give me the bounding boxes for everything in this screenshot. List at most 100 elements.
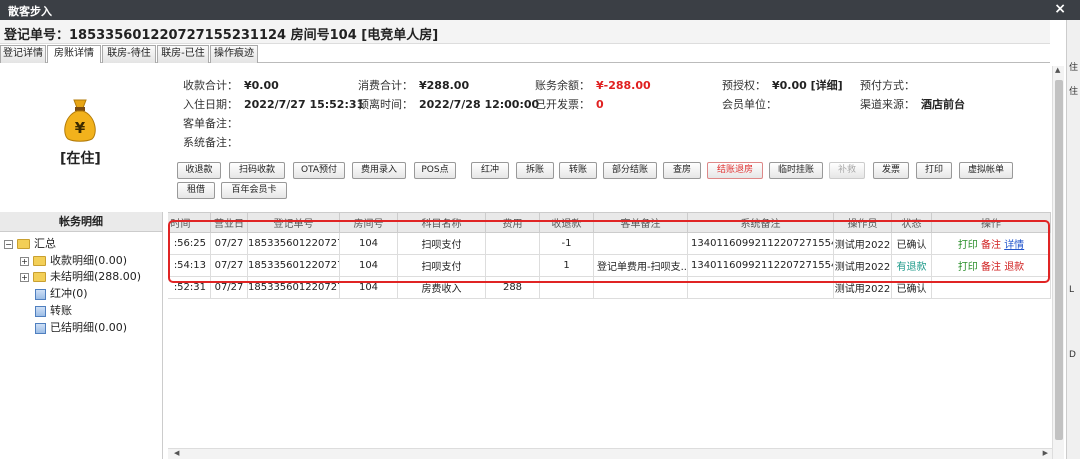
close-icon[interactable]: × bbox=[1054, 1, 1066, 17]
cell-fee bbox=[485, 254, 540, 277]
member-card-button[interactable]: 百年会员卡 bbox=[221, 182, 287, 199]
info-preauth[interactable]: 预授权： ¥0.00 [详细] bbox=[722, 77, 843, 93]
vertical-scrollbar[interactable]: ▲ bbox=[1052, 66, 1064, 459]
tree-item-transfer[interactable]: 转账 bbox=[35, 302, 72, 318]
col-fee[interactable]: 费用 bbox=[485, 212, 540, 233]
horizontal-scrollbar[interactable]: ◀ ▶ bbox=[168, 448, 1052, 459]
reverse-button[interactable]: 红冲 bbox=[471, 162, 509, 179]
cell-sys bbox=[687, 276, 834, 299]
note-link[interactable]: 备注 bbox=[981, 262, 1001, 273]
cell-time: :54:13 bbox=[168, 254, 211, 277]
tab-operation-log[interactable]: 操作痕迹 bbox=[210, 45, 258, 63]
info-channel: 渠道来源： 酒店前台 bbox=[860, 98, 965, 111]
cell-time: :52:31 bbox=[168, 276, 211, 299]
expand-icon[interactable]: + bbox=[20, 256, 29, 266]
print-button[interactable]: 打印 bbox=[916, 162, 952, 179]
col-actions[interactable]: 操作 bbox=[931, 212, 1051, 233]
cell-room: 104 bbox=[339, 232, 398, 255]
ota-prepay-button[interactable]: OTA预付 bbox=[293, 162, 345, 179]
info-member-unit: 会员单位： bbox=[722, 98, 777, 111]
temp-hang-button[interactable]: 临时挂账 bbox=[769, 162, 823, 179]
cell-day: 07/27 bbox=[210, 254, 248, 277]
checkout-button[interactable]: 结账退房 bbox=[707, 162, 763, 179]
collapse-icon[interactable]: − bbox=[4, 239, 13, 249]
room-check-button[interactable]: 查房 bbox=[663, 162, 701, 179]
col-refund[interactable]: 收退款 bbox=[539, 212, 594, 233]
cell-actions: 打印 备注 详情 bbox=[931, 232, 1051, 255]
cell-operator: 测试用2022 bbox=[833, 254, 892, 277]
cell-fee bbox=[485, 232, 540, 255]
grid-header-row: 时间 营业日 登记单号 房间号 科目名称 费用 收退款 客单备注 系统备注 操作… bbox=[168, 212, 1051, 233]
col-registration-no[interactable]: 登记单号 bbox=[247, 212, 340, 233]
folder-icon bbox=[17, 239, 30, 249]
rental-button[interactable]: 租借 bbox=[177, 182, 215, 199]
info-prepay-method: 预付方式： bbox=[860, 79, 915, 92]
cell-reg: 185335601220727... bbox=[247, 232, 340, 255]
cell-note bbox=[593, 232, 688, 255]
tree-item-summary[interactable]: − 汇总 bbox=[4, 235, 56, 251]
cell-reg: 185335601220727... bbox=[247, 254, 340, 277]
cell-actions: 打印 备注 退款 bbox=[931, 254, 1051, 277]
col-operator[interactable]: 操作员 bbox=[833, 212, 892, 233]
split-account-button[interactable]: 拆账 bbox=[516, 162, 554, 179]
tab-bar: 登记详情 房账详情 联房-待住 联房-已住 操作痕迹 bbox=[0, 45, 1050, 63]
grid-icon bbox=[35, 305, 46, 317]
refund-button[interactable]: 收退款 bbox=[177, 162, 221, 179]
cell-sys: 134011609921122072715541​0... bbox=[687, 254, 834, 277]
invoice-button[interactable]: 发票 bbox=[873, 162, 909, 179]
detail-link[interactable]: 详情 bbox=[1004, 240, 1024, 251]
tree-label: 汇总 bbox=[34, 237, 56, 250]
strip-text: 住 bbox=[1069, 63, 1079, 73]
cell-reg: 185335601220727... bbox=[247, 276, 340, 299]
registration-title: 登记单号：18533560122072715523112​4 房间号104 [电… bbox=[4, 28, 439, 43]
cell-note bbox=[593, 276, 688, 299]
tree-label: 未结明细(288.00) bbox=[50, 270, 142, 283]
partial-checkout-button[interactable]: 部分结账 bbox=[603, 162, 657, 179]
svg-text:¥: ¥ bbox=[75, 119, 86, 137]
col-status[interactable]: 状态 bbox=[891, 212, 932, 233]
transfer-button[interactable]: 转账 bbox=[559, 162, 597, 179]
tree-label: 已结明细(0.00) bbox=[50, 321, 128, 334]
col-room-no[interactable]: 房间号 bbox=[339, 212, 398, 233]
info-invoices: 已开发票： 0 bbox=[535, 98, 604, 111]
scroll-right-icon[interactable]: ▶ bbox=[1043, 449, 1048, 457]
cell-refund: 1 bbox=[539, 254, 594, 277]
cell-refund: -1 bbox=[539, 232, 594, 255]
table-row[interactable]: :56:25 07/27 185335601220727... 104 扫呗支付… bbox=[168, 232, 1051, 255]
tree-item-unsettled[interactable]: + 未结明细(288.00) bbox=[20, 268, 141, 284]
fee-entry-button[interactable]: 费用录入 bbox=[352, 162, 406, 179]
table-row[interactable]: :54:13 07/27 185335601220727... 104 扫呗支付… bbox=[168, 254, 1051, 277]
tab-linked-checked-in[interactable]: 联房-已住 bbox=[157, 45, 209, 63]
scroll-left-icon[interactable]: ◀ bbox=[174, 449, 179, 457]
cell-room: 104 bbox=[339, 276, 398, 299]
moneybag-icon: ¥ bbox=[60, 96, 100, 142]
tree-item-reversal[interactable]: 红冲(0) bbox=[35, 285, 88, 301]
col-time[interactable]: 时间 bbox=[168, 212, 211, 233]
tab-registration-detail[interactable]: 登记详情 bbox=[0, 45, 46, 63]
info-checkin-date: 入住日期： 2022/7/27 15:52:31 bbox=[183, 98, 365, 111]
col-guest-note[interactable]: 客单备注 bbox=[593, 212, 688, 233]
tab-room-account[interactable]: 房账详情 bbox=[47, 45, 101, 63]
tree-item-settled[interactable]: 已结明细(0.00) bbox=[35, 319, 127, 335]
col-business-day[interactable]: 营业日 bbox=[210, 212, 248, 233]
refund-link[interactable]: 退款 bbox=[1004, 262, 1024, 273]
tab-linked-pending[interactable]: 联房-待住 bbox=[102, 45, 156, 63]
note-link[interactable]: 备注 bbox=[981, 240, 1001, 251]
scan-pay-button[interactable]: 扫码收款 bbox=[229, 162, 285, 179]
print-link[interactable]: 打印 bbox=[958, 262, 978, 273]
pos-button[interactable]: POS点 bbox=[414, 162, 456, 179]
scroll-up-icon[interactable]: ▲ bbox=[1055, 66, 1060, 74]
tree-item-receipts[interactable]: + 收款明细(0.00) bbox=[20, 252, 127, 268]
col-system-note[interactable]: 系统备注 bbox=[687, 212, 834, 233]
print-link[interactable]: 打印 bbox=[958, 240, 978, 251]
strip-text: D bbox=[1069, 350, 1076, 360]
cell-actions bbox=[931, 276, 1051, 299]
remedy-button[interactable]: 补救 bbox=[829, 162, 865, 179]
virtual-bill-button[interactable]: 虚拟帐单 bbox=[959, 162, 1013, 179]
expand-icon[interactable]: + bbox=[20, 272, 29, 282]
scroll-thumb[interactable] bbox=[1055, 80, 1063, 440]
col-item-name[interactable]: 科目名称 bbox=[397, 212, 486, 233]
cell-fee: 288 bbox=[485, 276, 540, 299]
table-row[interactable]: :52:31 07/27 185335601220727... 104 房费收入… bbox=[168, 276, 1051, 299]
cell-day: 07/27 bbox=[210, 232, 248, 255]
